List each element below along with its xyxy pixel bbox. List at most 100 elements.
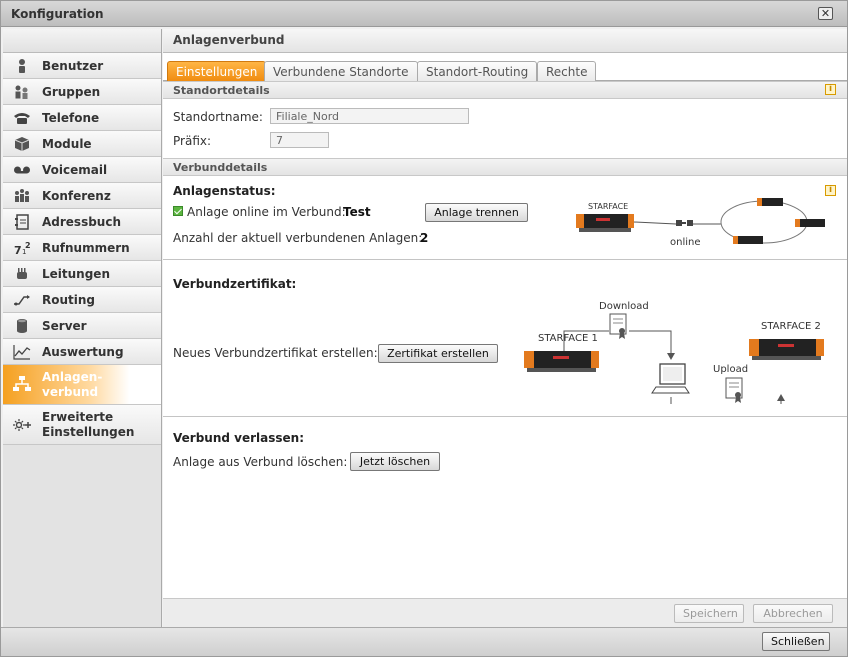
sidebar-item-label: Telefone bbox=[42, 111, 100, 125]
action-bar: Speichern Abbrechen bbox=[163, 598, 847, 627]
network-diagram: STARFACE online bbox=[576, 198, 825, 248]
sidebar-item-label: Module bbox=[42, 137, 92, 151]
advanced-settings-icon bbox=[13, 419, 31, 431]
svg-text:7: 7 bbox=[14, 244, 22, 256]
sidebar-header bbox=[3, 29, 161, 53]
praefix-label: Präfix: bbox=[173, 134, 212, 148]
diagram-starface2: STARFACE 2 bbox=[761, 321, 821, 332]
network-icon bbox=[13, 376, 31, 391]
cancel-button[interactable]: Abbrechen bbox=[753, 604, 833, 623]
count-label: Anzahl der aktuell verbundenen Anlagen: bbox=[173, 231, 423, 245]
user-icon bbox=[19, 59, 25, 73]
praefix-input[interactable] bbox=[270, 132, 329, 148]
sidebar-item-anlagenverbund[interactable]: Anlagen-verbund bbox=[3, 365, 161, 405]
sidebar-item-telefone[interactable]: Telefone bbox=[3, 105, 161, 131]
sidebar-item-label: Benutzer bbox=[42, 59, 104, 73]
tab-bar: Einstellungen Verbundene Standorte Stand… bbox=[163, 53, 847, 81]
routing-icon bbox=[14, 295, 30, 306]
sidebar-item-label: Auswertung bbox=[42, 345, 124, 359]
certificate-icon bbox=[725, 377, 743, 403]
config-window: Konfiguration ✕ Benutzer Gruppen Telefon… bbox=[0, 0, 848, 657]
remote-device-icon bbox=[733, 198, 825, 244]
sidebar-item-konferenz[interactable]: Konferenz bbox=[3, 183, 161, 209]
label-line-2: verbund bbox=[42, 385, 99, 399]
server-icon bbox=[17, 319, 27, 333]
online-value: Test bbox=[343, 205, 371, 219]
jetzt-loeschen-button[interactable]: Jetzt löschen bbox=[350, 452, 440, 471]
svg-text:2: 2 bbox=[25, 241, 31, 250]
sidebar-item-erweiterte-einstellungen[interactable]: Erweiterte Einstellungen bbox=[3, 405, 161, 445]
schliessen-button[interactable]: Schließen bbox=[762, 632, 830, 651]
window-title: Konfiguration bbox=[11, 7, 104, 21]
diagram-upload: Upload bbox=[713, 364, 748, 375]
label-line-1: Anlagen- bbox=[42, 370, 103, 384]
divider bbox=[163, 416, 847, 417]
line-icon bbox=[17, 268, 27, 279]
close-icon[interactable]: ✕ bbox=[818, 7, 833, 20]
sidebar-item-rufnummern[interactable]: 712 Rufnummern bbox=[3, 235, 161, 261]
sidebar-item-benutzer[interactable]: Benutzer bbox=[3, 53, 161, 79]
addressbook-icon bbox=[15, 214, 29, 230]
sidebar-item-module[interactable]: Module bbox=[3, 131, 161, 157]
certificate-icon bbox=[609, 313, 627, 339]
tab-einstellungen[interactable]: Einstellungen bbox=[167, 61, 267, 81]
sidebar-item-server[interactable]: Server bbox=[3, 313, 161, 339]
section-standortdetails: Standortdetails bbox=[163, 81, 847, 99]
title-bar: Konfiguration ✕ bbox=[1, 1, 847, 27]
sidebar: Benutzer Gruppen Telefone Module Voicema… bbox=[3, 29, 162, 627]
tab-standort-routing[interactable]: Standort-Routing bbox=[417, 61, 538, 81]
sidebar-item-leitungen[interactable]: Leitungen bbox=[3, 261, 161, 287]
sidebar-item-auswertung[interactable]: Auswertung bbox=[3, 339, 161, 365]
starface-device-icon bbox=[576, 214, 634, 232]
online-label: Anlage online im Verbund: bbox=[187, 205, 346, 219]
conference-icon bbox=[15, 189, 29, 202]
verbund-verlassen-heading: Verbund verlassen: bbox=[173, 431, 304, 445]
starface2-device-icon bbox=[749, 339, 824, 360]
voicemail-icon bbox=[14, 166, 30, 174]
anlage-trennen-button[interactable]: Anlage trennen bbox=[425, 203, 528, 222]
create-certificate-label: Neues Verbundzertifikat erstellen: bbox=[173, 346, 378, 360]
sidebar-item-label: Erweiterte Einstellungen bbox=[42, 410, 134, 440]
certificate-diagram: Download Upload STARFACE 1 STARFACE 2 bbox=[524, 301, 824, 404]
diagram-brand: STARFACE bbox=[588, 202, 628, 211]
online-checkbox[interactable] bbox=[173, 206, 183, 216]
verbundzertifikat-heading: Verbundzertifikat: bbox=[173, 277, 297, 291]
tab-rechte[interactable]: Rechte bbox=[537, 61, 597, 81]
diagram-online: online bbox=[670, 237, 701, 248]
computer-icon bbox=[651, 363, 690, 394]
connector-icon bbox=[676, 220, 693, 226]
diagram-download: Download bbox=[599, 301, 649, 312]
sidebar-item-label: Rufnummern bbox=[42, 241, 130, 255]
standortname-label: Standortname: bbox=[173, 110, 263, 124]
page-title: Anlagenverbund bbox=[163, 29, 847, 53]
info-icon[interactable]: i bbox=[825, 84, 836, 95]
save-button[interactable]: Speichern bbox=[674, 604, 744, 623]
standortname-input[interactable] bbox=[270, 108, 469, 124]
count-value: 2 bbox=[420, 231, 429, 245]
sidebar-item-label: Voicemail bbox=[42, 163, 108, 177]
sidebar-item-label: Server bbox=[42, 319, 87, 333]
numbers-icon: 7 12 bbox=[14, 241, 31, 256]
diagram-starface1: STARFACE 1 bbox=[538, 333, 598, 344]
sidebar-item-label: Adressbuch bbox=[42, 215, 122, 229]
anlagenstatus-heading: Anlagenstatus: bbox=[173, 184, 276, 198]
sidebar-item-label: Leitungen bbox=[42, 267, 110, 281]
module-icon bbox=[14, 137, 30, 151]
zertifikat-erstellen-button[interactable]: Zertifikat erstellen bbox=[378, 344, 498, 363]
tab-verbundene-standorte[interactable]: Verbundene Standorte bbox=[264, 61, 418, 81]
window-footer: Schließen bbox=[1, 627, 847, 656]
sidebar-item-label: Routing bbox=[42, 293, 96, 307]
sidebar-item-gruppen[interactable]: Gruppen bbox=[3, 79, 161, 105]
sidebar-item-voicemail[interactable]: Voicemail bbox=[3, 157, 161, 183]
sidebar-item-adressbuch[interactable]: Adressbuch bbox=[3, 209, 161, 235]
content-panel: Anlagenverbund Einstellungen Verbundene … bbox=[163, 29, 847, 627]
group-icon bbox=[15, 85, 28, 99]
sidebar-item-routing[interactable]: Routing bbox=[3, 287, 161, 313]
delete-label: Anlage aus Verbund löschen: bbox=[173, 455, 348, 469]
sidebar-item-label: Konferenz bbox=[42, 189, 111, 203]
starface1-device-icon bbox=[524, 351, 599, 372]
divider bbox=[163, 259, 847, 260]
sidebar-item-label: Gruppen bbox=[42, 85, 101, 99]
label-line-1: Erweiterte bbox=[42, 410, 114, 424]
label-line-2: Einstellungen bbox=[42, 425, 135, 439]
